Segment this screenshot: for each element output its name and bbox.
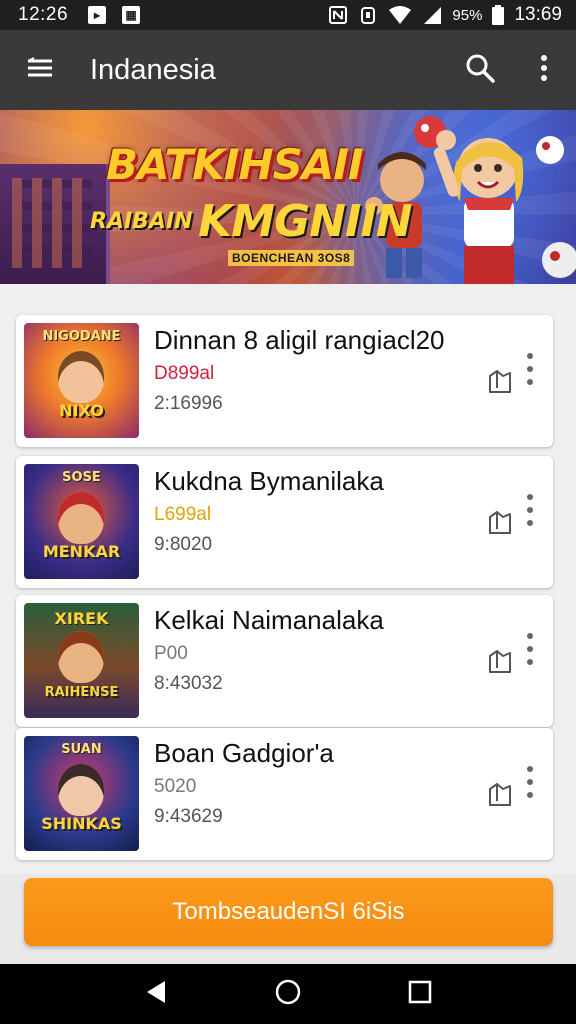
banner-subheadline: RAIBAIN KMGNIIN <box>90 196 413 247</box>
game-list: NIGODANE NIXO Dinnan 8 aligil rangiacl20… <box>0 284 576 874</box>
thumbnail-caption: SHINKAS <box>41 814 122 833</box>
bookmark-button[interactable] <box>486 369 514 397</box>
wifi-icon <box>388 5 412 25</box>
home-icon <box>274 978 302 1011</box>
item-title: Boan Gadgior'a <box>154 738 334 768</box>
thumbnail-title: NIGODANE <box>42 329 121 344</box>
item-more-button[interactable] <box>516 351 544 391</box>
app-title: Indanesia <box>90 53 216 86</box>
game-thumbnail: XIREK RAIHENSE <box>24 603 139 718</box>
more-vert-icon <box>526 765 534 804</box>
game-thumbnail: NIGODANE NIXO <box>24 323 139 438</box>
system-nav-bar <box>0 964 576 1024</box>
bookmark-icon <box>487 509 513 540</box>
more-vert-icon <box>526 352 534 391</box>
banner-subheadline-small: RAIBAIN <box>90 209 193 234</box>
thumbnail-caption: RAIHENSE <box>44 685 119 700</box>
back-icon <box>145 980 167 1009</box>
thumbnail-caption: NIXO <box>59 401 104 420</box>
status-clock-right: 13:69 <box>514 4 562 25</box>
item-title: Dinnan 8 aligil rangiacl20 <box>154 325 445 355</box>
thumbnail-character <box>58 631 104 683</box>
list-item[interactable]: XIREK RAIHENSE Kelkai Naimanalaka P00 8:… <box>16 595 553 727</box>
thumbnail-character <box>58 351 104 403</box>
bookmark-button[interactable] <box>486 510 514 538</box>
thumbnail-character <box>58 492 104 544</box>
more-vert-icon <box>526 632 534 671</box>
thumbnail-title: SOSE <box>62 470 101 485</box>
item-meta: 2:16996 <box>154 393 223 414</box>
search-icon <box>465 53 495 88</box>
promo-banner[interactable]: BATKIHSAII RAIBAIN KMGNIIN BOENCHEAN 3OS… <box>0 110 576 284</box>
item-title: Kelkai Naimanalaka <box>154 605 384 635</box>
game-thumbnail: SOSE MENKAR <box>24 464 139 579</box>
more-vert-icon <box>540 54 548 87</box>
thumbnail-title: SUAN <box>61 742 102 757</box>
overflow-menu-button[interactable] <box>512 30 576 110</box>
item-tag: 5020 <box>154 776 197 797</box>
search-button[interactable] <box>448 30 512 110</box>
status-bar: 12:26 ▸ ▦ 95% 13:69 <box>0 0 576 30</box>
primary-cta-button[interactable]: TombseaudenSI 6iSis <box>24 878 553 946</box>
item-meta: 8:43032 <box>154 673 223 694</box>
recents-button[interactable] <box>392 966 448 1022</box>
bookmark-button[interactable] <box>486 782 514 810</box>
thumbnail-character <box>58 764 104 816</box>
list-item[interactable]: NIGODANE NIXO Dinnan 8 aligil rangiacl20… <box>16 315 553 447</box>
recents-icon <box>408 980 432 1009</box>
nfc-icon <box>328 5 348 25</box>
bookmark-button[interactable] <box>486 649 514 677</box>
thumbnail-caption: MENKAR <box>42 542 121 561</box>
battery-icon <box>492 5 505 25</box>
banner-tagline: BOENCHEAN 3OS8 <box>228 250 355 266</box>
item-tag: P00 <box>154 643 188 664</box>
item-meta: 9:8020 <box>154 534 213 555</box>
item-tag: L699al <box>154 504 212 525</box>
alarm-icon <box>358 5 378 25</box>
game-thumbnail: SUAN SHINKAS <box>24 736 139 851</box>
battery-percent: 95% <box>452 6 483 24</box>
item-title: Kukdna Bymanilaka <box>154 466 384 496</box>
item-more-button[interactable] <box>516 764 544 804</box>
bookmark-icon <box>487 648 513 679</box>
menu-icon <box>26 56 54 84</box>
more-vert-icon <box>526 493 534 532</box>
bookmark-icon <box>487 368 513 399</box>
thumbnail-title: XIREK <box>54 609 109 628</box>
menu-button[interactable] <box>0 30 80 110</box>
item-meta: 9:43629 <box>154 806 223 827</box>
notification-icon: ▸ <box>88 6 107 24</box>
item-more-button[interactable] <box>516 492 544 532</box>
home-button[interactable] <box>260 966 316 1022</box>
list-item[interactable]: SOSE MENKAR Kukdna Bymanilaka L699al 9:8… <box>16 456 553 588</box>
status-time: 12:26 <box>18 4 69 25</box>
banner-subheadline-big: KMGNIIN <box>198 196 412 247</box>
bookmark-icon <box>487 781 513 812</box>
back-button[interactable] <box>128 966 184 1022</box>
banner-headline: BATKIHSAII <box>106 140 363 189</box>
signal-icon <box>422 5 442 25</box>
list-item[interactable]: SUAN SHINKAS Boan Gadgior'a 5020 9:43629 <box>16 728 553 860</box>
app-bar: Indanesia <box>0 30 576 110</box>
item-tag: D899al <box>154 363 215 384</box>
notification-icon: ▦ <box>122 6 141 24</box>
item-more-button[interactable] <box>516 631 544 671</box>
